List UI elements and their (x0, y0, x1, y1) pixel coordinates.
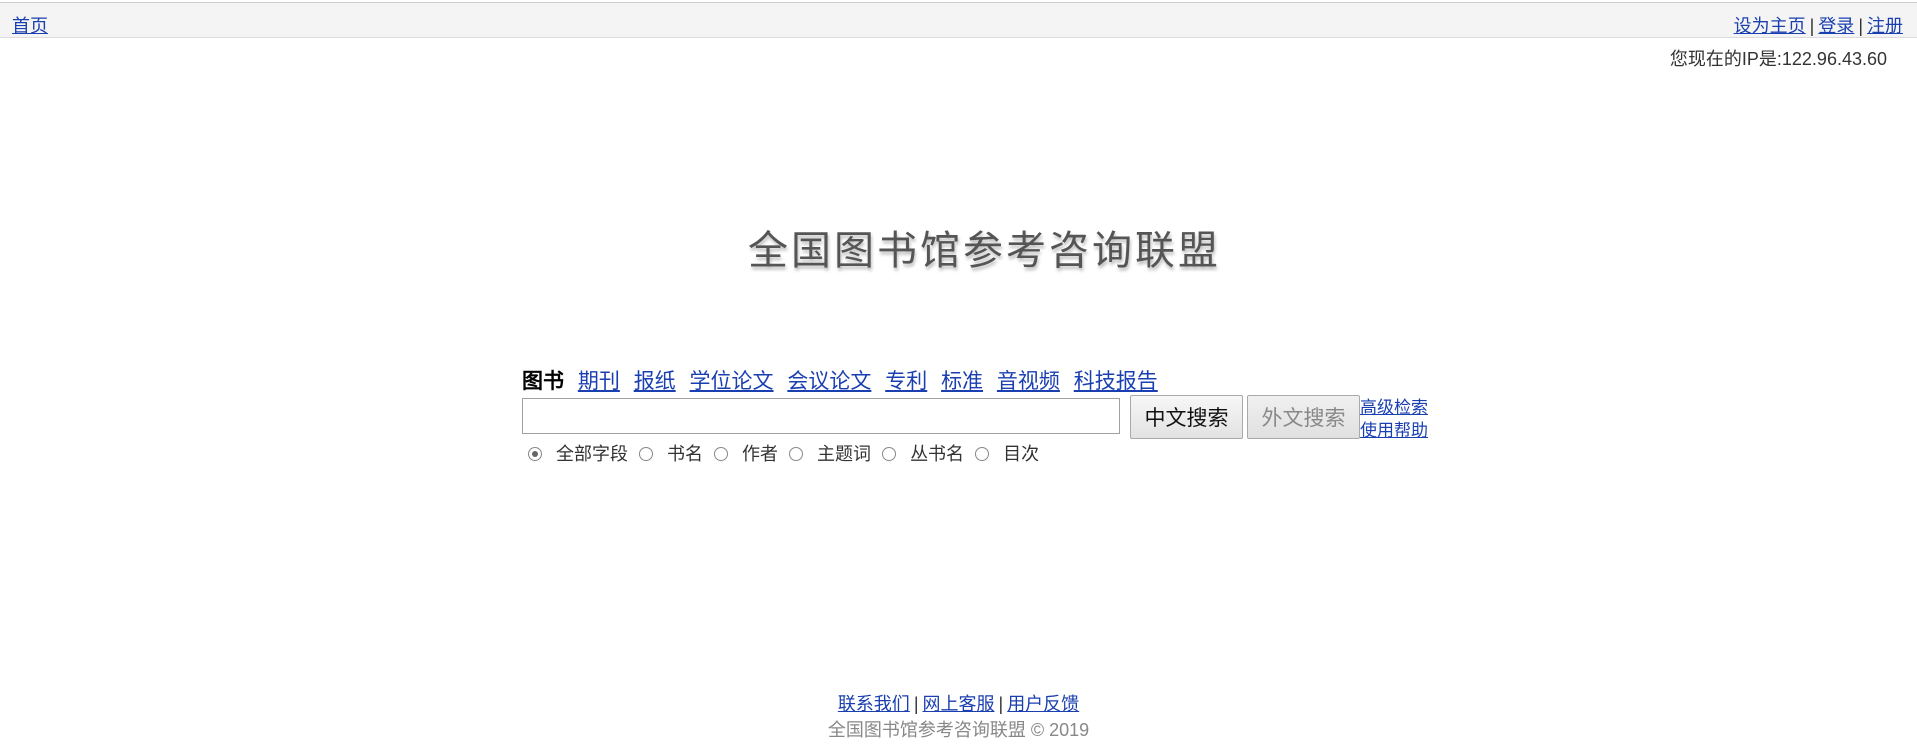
radio-series[interactable]: 丛书名 (882, 440, 964, 466)
separator: | (1809, 16, 1815, 36)
tab-audio-video[interactable]: 音视频 (997, 370, 1060, 393)
radio-toc[interactable]: 目次 (975, 440, 1039, 466)
login-link[interactable]: 登录 (1818, 16, 1854, 36)
top-bar: 首页 设为主页 | 登录 | 注册 (0, 2, 1917, 38)
radio-title[interactable]: 书名 (639, 440, 703, 466)
tab-theses[interactable]: 学位论文 (690, 370, 774, 393)
radio-label: 主题词 (817, 444, 872, 464)
contact-us-link[interactable]: 联系我们 (838, 694, 910, 714)
online-service-link[interactable]: 网上客服 (923, 694, 995, 714)
search-input[interactable] (522, 398, 1120, 434)
feedback-link[interactable]: 用户反馈 (1007, 694, 1079, 714)
ip-address-text: 您现在的IP是:122.96.43.60 (1669, 49, 1887, 69)
tab-tech-reports[interactable]: 科技报告 (1074, 370, 1158, 393)
tab-conference-papers[interactable]: 会议论文 (787, 370, 871, 393)
radio-button[interactable] (714, 447, 729, 461)
radio-all-fields[interactable]: 全部字段 (528, 440, 628, 466)
radio-author[interactable]: 作者 (714, 440, 778, 466)
home-link[interactable]: 首页 (12, 12, 48, 38)
set-homepage-link[interactable]: 设为主页 (1734, 16, 1806, 36)
site-logo: 全国图书馆参考咨询联盟 (748, 228, 1221, 274)
search-side-links: 高级检索 使用帮助 (1360, 396, 1428, 442)
radio-button[interactable] (639, 447, 654, 461)
radio-button[interactable] (789, 447, 804, 461)
copyright-text: 全国图书馆参考咨询联盟 © 2019 (827, 720, 1090, 740)
radio-label: 全部字段 (556, 444, 628, 464)
radio-label: 作者 (742, 444, 779, 464)
footer-links: 联系我们 | 网上客服 | 用户反馈 (0, 690, 1917, 716)
advanced-search-link[interactable]: 高级检索 (1360, 396, 1428, 419)
radio-button[interactable] (975, 447, 990, 461)
top-right-links: 设为主页 | 登录 | 注册 (1734, 12, 1903, 38)
radio-label: 书名 (667, 444, 704, 464)
separator: | (998, 694, 1004, 714)
radio-button[interactable] (528, 447, 542, 461)
foreign-search-button[interactable]: 外文搜索 (1247, 395, 1360, 439)
tab-standards[interactable]: 标准 (941, 370, 983, 393)
radio-button[interactable] (882, 447, 897, 461)
tab-journals[interactable]: 期刊 (578, 370, 620, 393)
radio-label: 丛书名 (910, 444, 965, 464)
tab-patents[interactable]: 专利 (885, 370, 927, 393)
tab-newspapers[interactable]: 报纸 (634, 370, 676, 393)
register-link[interactable]: 注册 (1867, 16, 1903, 36)
radio-label: 目次 (1003, 444, 1040, 464)
help-link[interactable]: 使用帮助 (1360, 419, 1428, 442)
separator: | (913, 694, 919, 714)
radio-subject[interactable]: 主题词 (789, 440, 871, 466)
search-field-radios: 全部字段 书名 作者 主题词 丛书名 目次 (528, 440, 1045, 466)
separator: | (1858, 16, 1863, 36)
tab-books[interactable]: 图书 (522, 370, 564, 393)
search-category-tabs: 图书 期刊 报纸 学位论文 会议论文 专利 标准 音视频 科技报告 (522, 365, 1166, 395)
chinese-search-button[interactable]: 中文搜索 (1130, 395, 1243, 439)
